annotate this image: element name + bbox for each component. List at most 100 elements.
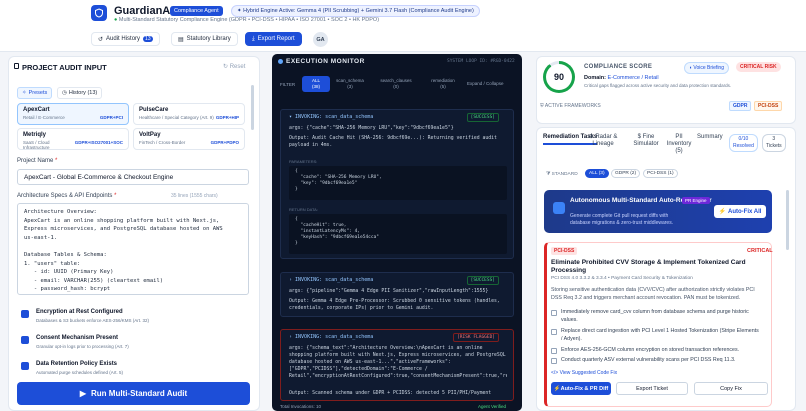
tab-fine-simulator[interactable]: $ Fine Simulator (627, 134, 665, 148)
standard-tag: PCI-DSS (551, 247, 578, 255)
task-title: Eliminate Prohibited CVV Storage & Imple… (551, 259, 746, 274)
preset-tags: GDPR+PDPO (210, 140, 239, 145)
todo-item[interactable]: Enforce AES-256-GCM column encryption on… (551, 347, 761, 355)
voice-briefing-button[interactable]: ◖ Voice Briefing (684, 62, 729, 74)
todo-text: Enforce AES-256-GCM column encryption on… (561, 347, 740, 353)
agent-verified: Agent Verified (478, 404, 507, 409)
specs-textarea[interactable]: Architecture Overview: ApexCart is an on… (17, 203, 249, 295)
preset-name: ApexCart (23, 107, 50, 113)
preset-name: Metriqly (23, 132, 47, 138)
standard-chip-pci[interactable]: PCI-DSS (1) (643, 169, 678, 178)
tab-summary[interactable]: Summary (697, 134, 723, 141)
sparkle-icon: ✧ (22, 90, 27, 96)
log-args: args: {"schema_text":"Architecture Overv… (289, 346, 507, 379)
log-entry[interactable]: › INVOKING: scan_data_schema [SUCCESS] a… (280, 272, 514, 317)
todo-item[interactable]: Conduct quarterly ASV external vulnerabi… (551, 357, 761, 365)
tab-radar-lineage[interactable]: ⊕ Radar & Lineage (583, 134, 623, 148)
export-report-label: Export Report (257, 36, 295, 42)
radar-icon: ⊕ (588, 134, 594, 140)
specs-label: Architecture Specs & API Endpoints * (17, 193, 117, 199)
pr-engine-badge: PR Engine (682, 197, 710, 204)
severity-badge: CRITICAL (747, 248, 773, 254)
preset-desc: Healthcare / Special Category (Art. 9) (139, 115, 214, 120)
view-code-fix-link[interactable]: </> View Suggested Code Fix (551, 370, 617, 376)
params-label: PARAMETERS: (289, 159, 318, 164)
specs-line-count: 35 lines (1555 chars) (171, 193, 218, 199)
filter-search-clauses[interactable]: search_clauses (0) (374, 76, 418, 92)
preset-desc: FinTech / Cross-Border (139, 140, 186, 145)
status-badge: [RISK FLAGGED] (453, 333, 499, 342)
preset-metriqly[interactable]: Metriqly SaaS / Cloud Infrastructure GDPR… (17, 128, 129, 150)
statutory-library-button[interactable]: ▤ Statutory Library (171, 32, 238, 46)
auto-fix-pr-button[interactable]: ⚡ Auto-Fix & PR Diff (551, 382, 611, 395)
standard-chip-gdpr[interactable]: GDPR (2) (611, 169, 641, 178)
standard-chip-all[interactable]: ALL (3) (585, 169, 609, 178)
preset-pulsecare[interactable]: PulseCare Healthcare / Special Category … (133, 103, 245, 125)
filter-count: (5) (440, 84, 446, 89)
tickets-pill: 3 Tickets (762, 134, 786, 152)
copy-fix-label: Copy Fix (720, 385, 742, 392)
history-icon: ↺ (98, 36, 104, 43)
auto-fix-all-button[interactable]: ⚡ Auto-Fix All (714, 205, 766, 218)
export-report-button[interactable]: ⤓ Export Report (245, 32, 302, 46)
todo-item[interactable]: Replace direct card ingestion with PCI L… (551, 328, 761, 343)
tab-history[interactable]: ◷ History (13) (57, 87, 103, 99)
tab-label: Summary (697, 134, 723, 140)
active-frameworks-label: ACTIVE FRAMEWORKS (544, 103, 601, 109)
filter-all[interactable]: ALL (38) (302, 76, 330, 92)
monitor-title: EXECUTION MONITOR (286, 58, 365, 65)
link-text: View Suggested Code Fix (559, 370, 618, 376)
book-icon: ▤ (178, 36, 184, 43)
log-output: Output: Audit Cache Hit (SHA-256: 9dbcf6… (289, 136, 500, 148)
preset-name: PulseCare (139, 107, 169, 113)
audit-history-count: 13 (143, 36, 153, 42)
score-domain: Domain: E-Commerce / Retail (584, 75, 659, 81)
checkbox-title: Data Retention Policy Exists (36, 361, 118, 367)
scrollbar[interactable] (251, 85, 254, 130)
voice-label: Voice Briefing (693, 65, 724, 71)
copy-fix-button[interactable]: Copy Fix (694, 382, 768, 395)
preset-apexcart[interactable]: ApexCart Retail / E-Commerce GDPR+PCI (17, 103, 129, 125)
log-args: args: {"cache":"SHA-256 Memory LRU","key… (289, 126, 454, 131)
audit-history-button[interactable]: ↺ Audit History 13 (91, 32, 160, 46)
filter-remediation[interactable]: remediation (5) (423, 76, 463, 92)
tab-pii-inventory[interactable]: PII Inventory (5) (664, 134, 694, 155)
log-entry-risk[interactable]: › INVOKING: scan_data_schema [RISK FLAGG… (280, 329, 514, 401)
log-entry-head: ▾ INVOKING: scan_data_schema (289, 114, 374, 120)
todo-item[interactable]: Immediately remove card_cvv column from … (551, 309, 761, 324)
score-ring: 90 (543, 61, 575, 93)
preset-voltpay[interactable]: VoltPay FinTech / Cross-Border GDPR+PDPO (133, 128, 245, 150)
score-label: COMPLIANCE SCORE (584, 64, 653, 70)
checkbox-retention[interactable]: Data Retention Policy Exists Automated p… (17, 359, 249, 381)
project-name-input[interactable]: ApexCart - Global E-Commerce & Checkout … (17, 169, 249, 185)
run-audit-button[interactable]: ▶ Run Multi-Standard Audit (17, 382, 250, 405)
agent-badge: Compliance Agent (170, 6, 223, 16)
export-ticket-label: Export Ticket (636, 385, 668, 392)
tab-presets[interactable]: ✧ Presets (17, 87, 53, 99)
tab-presets-label: Presets (28, 90, 48, 96)
scrollbar[interactable] (786, 190, 789, 250)
run-audit-label: Run Multi-Standard Audit (91, 389, 188, 398)
checkbox-consent[interactable]: Consent Mechanism Present Granular opt-i… (17, 333, 249, 355)
standard-filter-label: ⧩ STANDARD (546, 171, 578, 177)
clock-icon: ◷ (62, 90, 67, 96)
filter-scan-schema[interactable]: scan_schema (3) (331, 76, 369, 92)
log-entry[interactable]: ▾ INVOKING: scan_data_schema [SUCCESS] a… (280, 109, 514, 259)
filter-count: (38) (311, 84, 320, 89)
subtitle-text: Multi-Standard Statutory Compliance Engi… (118, 17, 380, 23)
checkbox-checked-icon (21, 336, 29, 344)
score-value: 90 (546, 64, 572, 90)
checkbox-encryption[interactable]: Encryption at Rest Configured Databases … (17, 307, 249, 329)
brand-name: GuardianAI (114, 5, 174, 17)
avatar[interactable]: GA (313, 32, 328, 47)
export-ticket-button[interactable]: Export Ticket (616, 382, 688, 395)
engine-badge-text: Hybrid Engine Active: Gemma 4 (PII Scrub… (243, 8, 474, 14)
preset-tags: GDPR+ISO27001+SOC (74, 140, 123, 145)
audit-history-label: Audit History (106, 36, 141, 42)
expand-collapse-toggle[interactable]: Expand / Collapse (467, 81, 504, 86)
todo-text: Conduct quarterly ASV external vulnerabi… (561, 357, 736, 363)
standard-label: STANDARD (551, 172, 578, 177)
risk-badge: CRITICAL RISK (736, 62, 781, 72)
dollar-icon: $ (637, 134, 641, 140)
reset-button[interactable]: ↻ Reset (223, 63, 245, 70)
